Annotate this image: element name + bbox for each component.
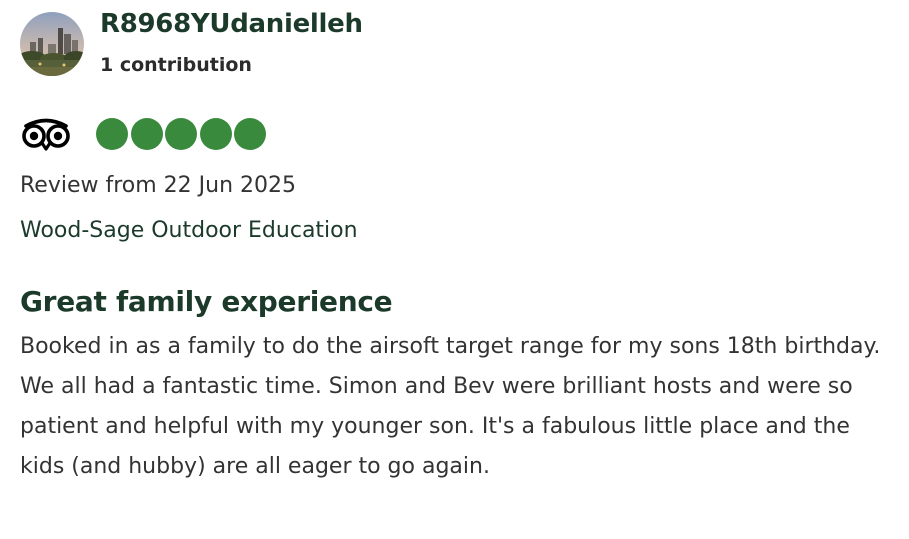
review-date: Review from 22 Jun 2025 — [20, 173, 297, 198]
rating-bubbles — [96, 118, 269, 150]
rating-bubble-icon — [199, 118, 232, 150]
listing-name[interactable]: Wood-Sage Outdoor Education — [20, 215, 358, 247]
avatar-photo — [20, 12, 84, 76]
rating-bubble-icon — [165, 118, 197, 150]
review-card: R8968YUdanielleh 1 contribution Review f… — [0, 0, 909, 539]
review-body: Booked in as a family to do the airsoft … — [20, 334, 881, 479]
tripadvisor-owl-icon — [22, 118, 70, 151]
review-title: Great family experience — [20, 285, 393, 318]
rating-bubble-icon — [96, 118, 128, 150]
contribution-count: 1 contribution — [100, 54, 252, 76]
username[interactable]: R8968YUdanielleh — [100, 6, 363, 42]
rating-row — [20, 116, 269, 152]
avatar[interactable] — [20, 12, 84, 76]
rating-bubble-icon — [130, 118, 163, 150]
rating-bubble-icon — [234, 118, 266, 150]
